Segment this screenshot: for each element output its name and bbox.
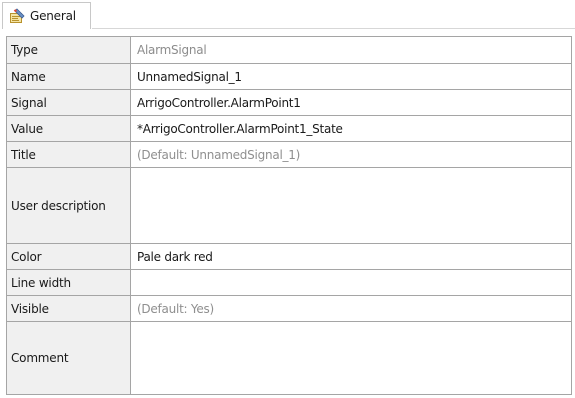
tab-general[interactable]: General [2,2,91,29]
property-row-value: Value *ArrigoController.AlarmPoint1_Stat… [7,116,571,142]
property-value-comment[interactable] [131,322,571,394]
property-row-line-width: Line width [7,270,571,296]
property-label-color: Color [7,244,131,269]
property-row-comment: Comment [7,322,571,394]
property-label-visible: Visible [7,296,131,321]
property-label-user-description: User description [7,168,131,243]
property-label-signal: Signal [7,90,131,115]
tab-strip: General [0,0,575,29]
property-grid: Type AlarmSignal Name UnnamedSignal_1 Si… [6,36,572,395]
property-row-visible: Visible (Default: Yes) [7,296,571,322]
property-value-user-description[interactable] [131,168,571,243]
property-label-type: Type [7,37,131,63]
properties-icon [9,8,25,24]
tab-general-label: General [30,9,76,23]
property-label-title: Title [7,142,131,167]
property-value-value[interactable]: *ArrigoController.AlarmPoint1_State [131,116,571,141]
property-row-type: Type AlarmSignal [7,37,571,64]
property-value-line-width[interactable] [131,270,571,295]
property-value-visible[interactable]: (Default: Yes) [131,296,571,321]
property-label-value: Value [7,116,131,141]
property-value-color[interactable]: Pale dark red [131,244,571,269]
property-row-title: Title (Default: UnnamedSignal_1) [7,142,571,168]
property-row-user-description: User description [7,168,571,244]
property-label-comment: Comment [7,322,131,394]
property-editor: General Type AlarmSignal Name UnnamedSig… [0,0,575,398]
property-value-title[interactable]: (Default: UnnamedSignal_1) [131,142,571,167]
property-label-line-width: Line width [7,270,131,295]
property-row-color: Color Pale dark red [7,244,571,270]
property-row-name: Name UnnamedSignal_1 [7,64,571,90]
property-value-type: AlarmSignal [131,37,571,63]
property-row-signal: Signal ArrigoController.AlarmPoint1 [7,90,571,116]
property-label-name: Name [7,64,131,89]
property-value-name[interactable]: UnnamedSignal_1 [131,64,571,89]
property-value-signal[interactable]: ArrigoController.AlarmPoint1 [131,90,571,115]
